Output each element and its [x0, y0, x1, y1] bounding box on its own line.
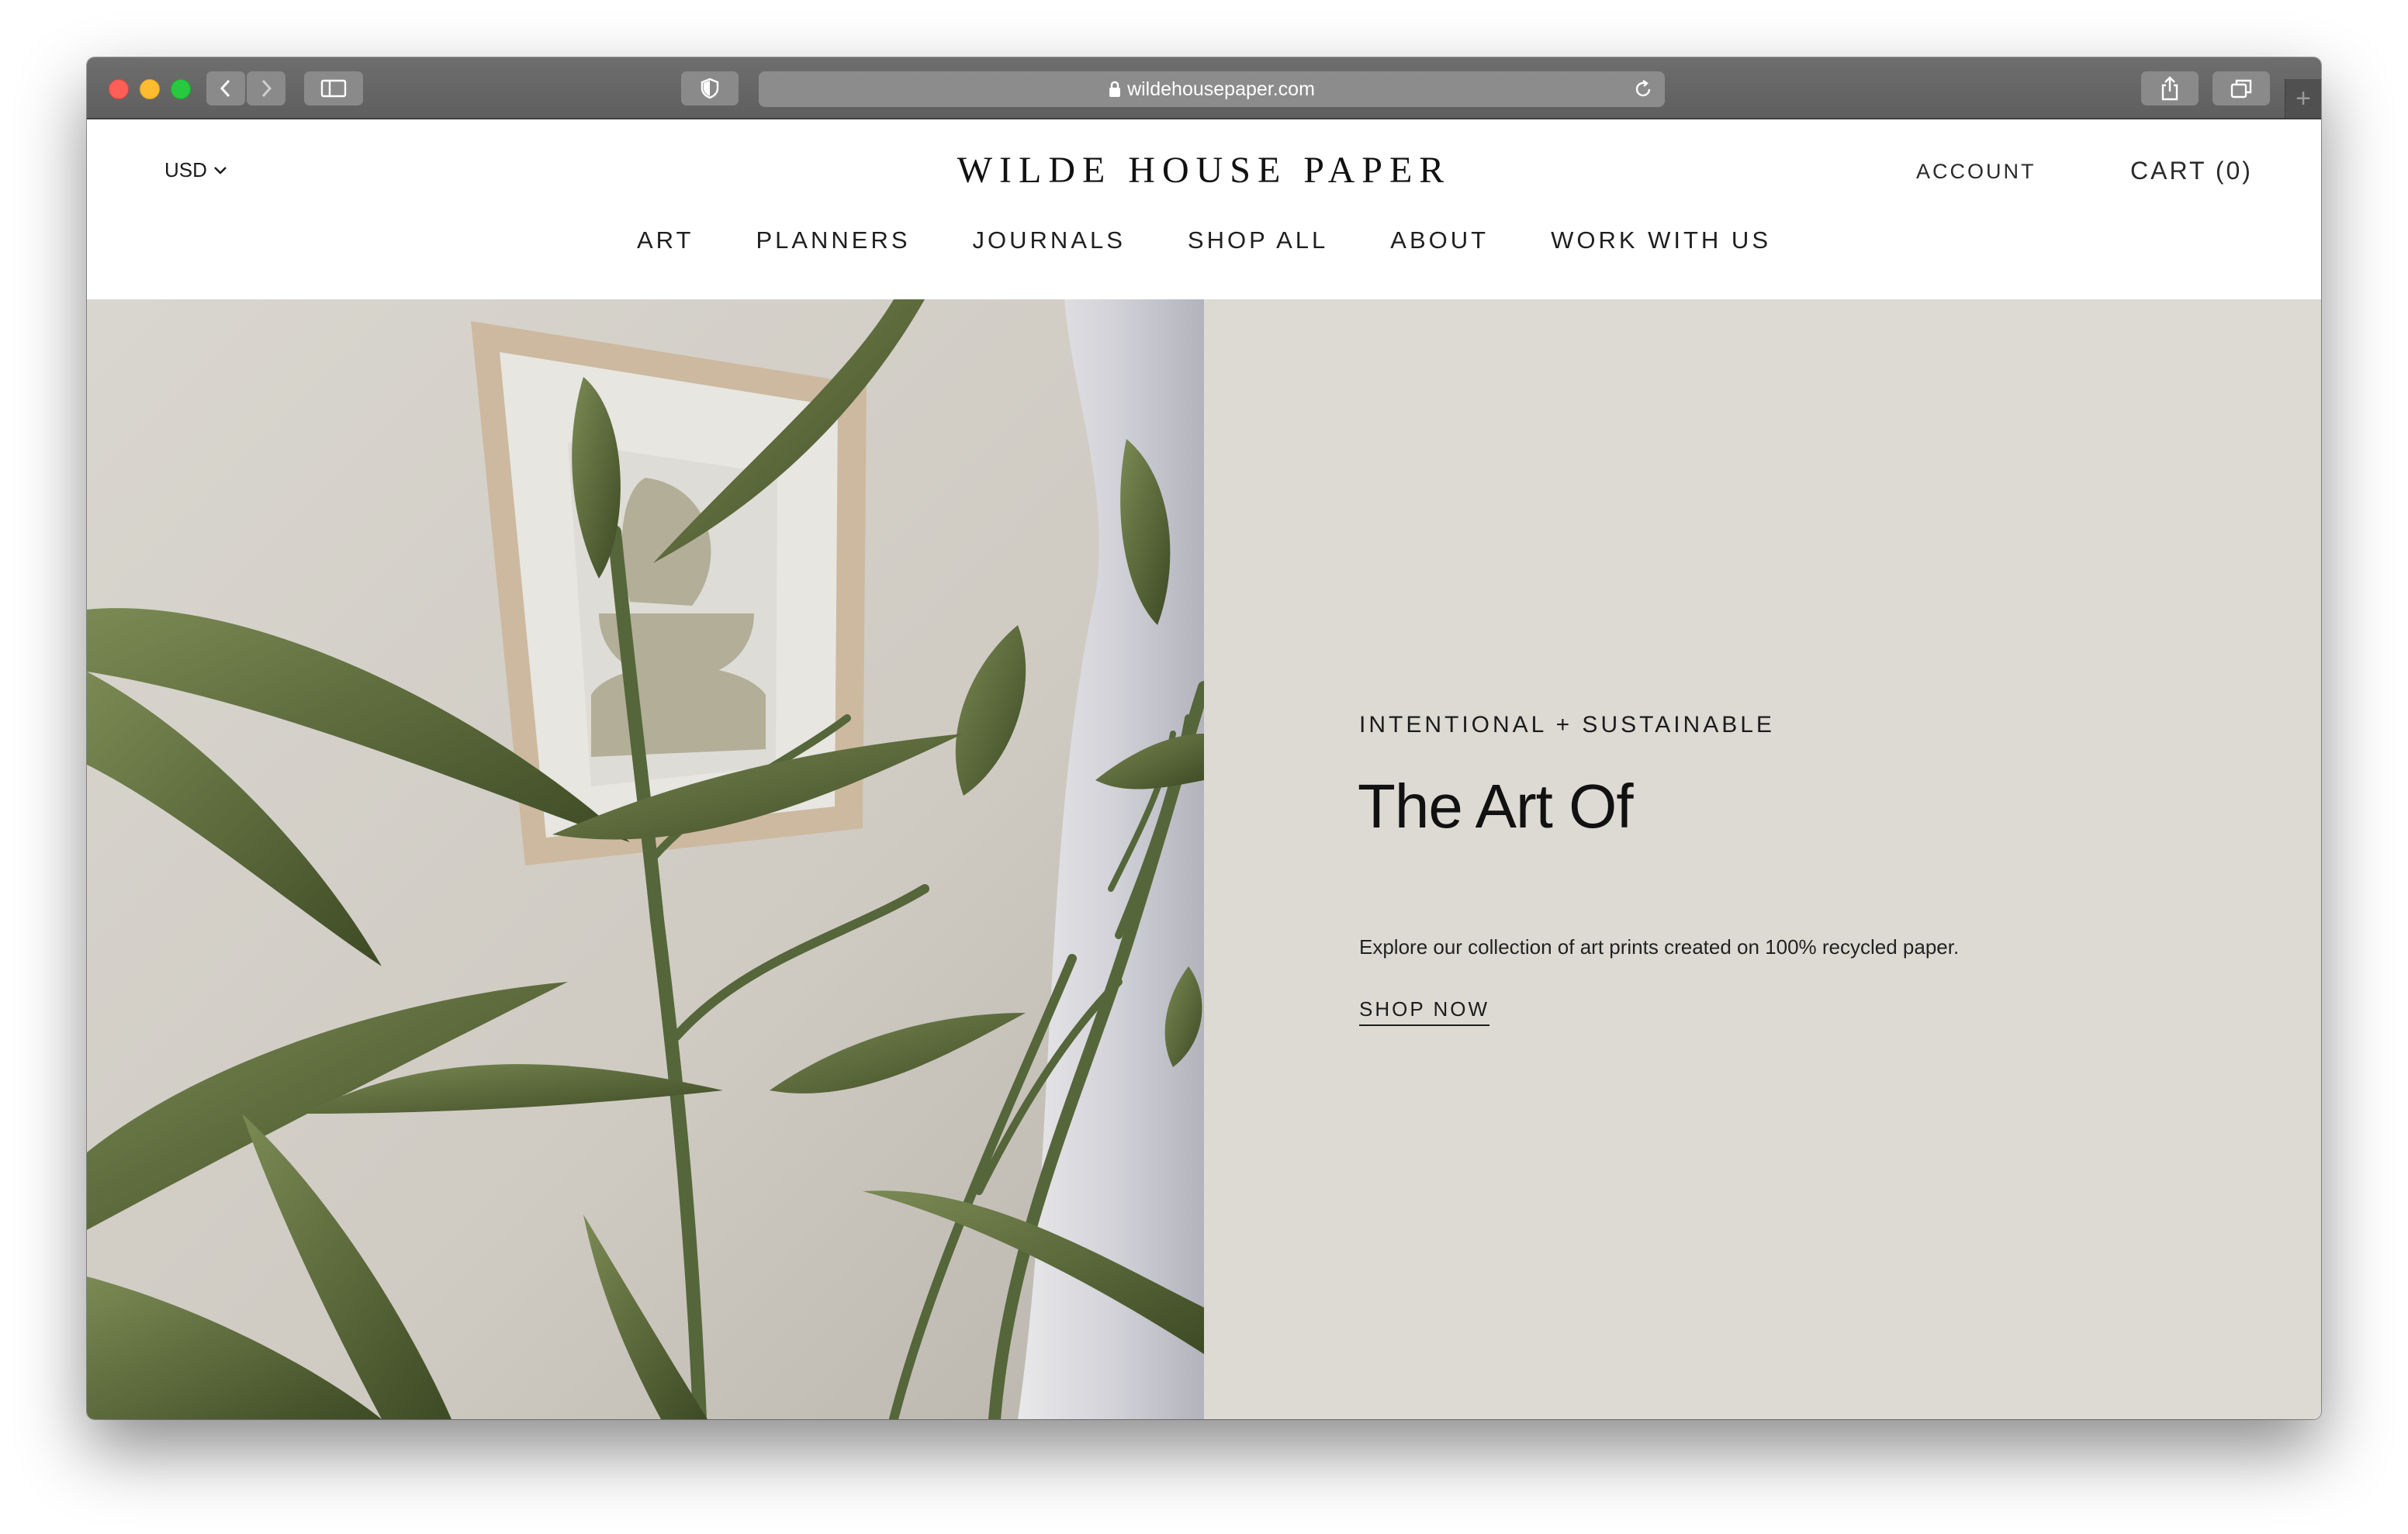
- nav-item-work-with-us[interactable]: WORK WITH US: [1520, 226, 1802, 254]
- chevron-left-icon: [220, 79, 230, 98]
- hero-description: Explore our collection of art prints cre…: [1359, 935, 1960, 959]
- shield-icon: [701, 78, 719, 99]
- minimize-window-button[interactable]: [140, 79, 160, 99]
- lock-icon: [1109, 81, 1121, 97]
- address-bar[interactable]: wildehousepaper.com: [759, 71, 1665, 107]
- share-icon: [2161, 76, 2178, 101]
- cart-link[interactable]: CART (0): [2130, 157, 2253, 185]
- nav-item-shop-all[interactable]: SHOP ALL: [1157, 226, 1359, 254]
- tab-overview-button[interactable]: [2213, 71, 2270, 105]
- reload-icon[interactable]: [1632, 78, 1654, 100]
- hero-headline: The Art Of: [1358, 772, 1634, 841]
- main-nav: ART PLANNERS JOURNALS SHOP ALL ABOUT WOR…: [87, 226, 2321, 254]
- zoom-window-button[interactable]: [171, 79, 191, 99]
- sidebar-toggle-button[interactable]: [304, 71, 363, 105]
- share-button[interactable]: [2141, 71, 2199, 105]
- hero-panel: INTENTIONAL + SUSTAINABLE The Art Of Exp…: [1204, 299, 2321, 1419]
- address-url: wildehousepaper.com: [1127, 78, 1315, 100]
- hero-image: [87, 299, 1204, 1419]
- nav-item-planners[interactable]: PLANNERS: [725, 226, 941, 254]
- back-button[interactable]: [206, 71, 245, 105]
- nav-item-about[interactable]: ABOUT: [1359, 226, 1520, 254]
- browser-toolbar: wildehousepaper.com +: [87, 57, 2321, 119]
- browser-window: wildehousepaper.com + USD WILDE HOUSE PA…: [87, 57, 2321, 1419]
- shop-now-link[interactable]: SHOP NOW: [1359, 997, 1489, 1026]
- chevron-right-icon: [261, 79, 272, 98]
- site-header: [87, 119, 2321, 299]
- hero-eyebrow: INTENTIONAL + SUSTAINABLE: [1359, 712, 1775, 738]
- forward-button[interactable]: [247, 71, 285, 105]
- account-link[interactable]: ACCOUNT: [1916, 160, 2036, 184]
- close-window-button[interactable]: [109, 79, 129, 99]
- privacy-shield-button[interactable]: [681, 71, 739, 105]
- tabs-icon: [2230, 79, 2252, 98]
- lily-plant-photo: [87, 299, 1204, 1419]
- sidebar-icon: [320, 79, 347, 98]
- new-tab-button[interactable]: +: [2285, 79, 2321, 118]
- nav-item-art[interactable]: ART: [606, 226, 725, 254]
- nav-item-journals[interactable]: JOURNALS: [942, 226, 1157, 254]
